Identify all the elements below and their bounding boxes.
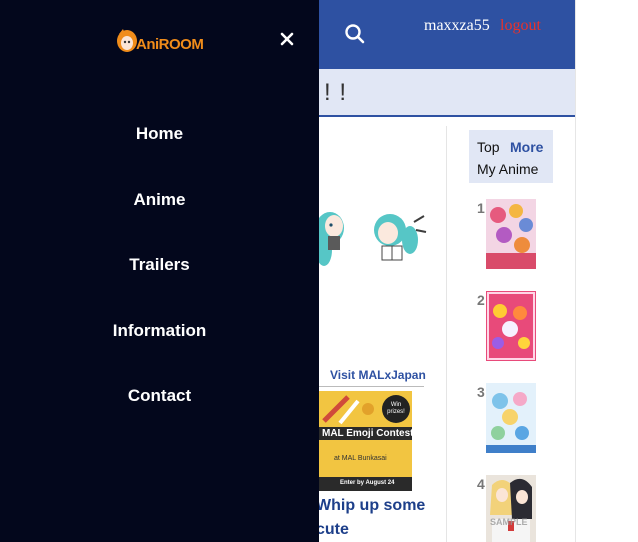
rank-number: 2: [477, 292, 485, 308]
nav-item-information[interactable]: Information: [0, 311, 319, 351]
search-button[interactable]: [343, 22, 367, 46]
anime-thumbnail-1[interactable]: [486, 199, 536, 269]
top-anime-header: Top More My Anime: [469, 130, 553, 183]
top-label: Top: [477, 139, 500, 155]
search-icon: [345, 24, 365, 44]
my-anime-label: My Anime: [477, 161, 539, 177]
anime-cover-image: [486, 383, 536, 453]
anime-thumbnail-3[interactable]: [486, 383, 536, 453]
close-icon: [280, 32, 294, 46]
mascot-illustration: [318, 212, 427, 266]
content-border: [575, 0, 576, 542]
column-divider: [446, 126, 447, 542]
nav-item-home[interactable]: Home: [0, 114, 319, 154]
more-link[interactable]: More: [510, 139, 543, 155]
banner-title: MAL Emoji Contest: [318, 427, 412, 440]
close-drawer-button[interactable]: [276, 28, 298, 50]
article-title-link[interactable]: Whip up some cute: [316, 494, 441, 542]
win-prizes-badge: Win prizes!: [382, 395, 410, 423]
anime-cover-image: [486, 291, 536, 361]
sample-watermark: SAMPLE: [490, 517, 528, 527]
visit-maljapan-link[interactable]: Visit MALxJapan: [330, 368, 426, 382]
anime-thumbnail-4[interactable]: SAMPLE: [486, 475, 536, 542]
rank-number: 4: [477, 476, 485, 492]
navigation-drawer: AniROOM Home Anime Trailers Information …: [0, 0, 319, 542]
divider: [318, 386, 424, 387]
username-link[interactable]: maxxza55: [424, 17, 490, 35]
page-title: ! !: [324, 79, 348, 106]
logo-text: AniROOM: [136, 36, 204, 53]
rank-number: 1: [477, 200, 485, 216]
anime-cover-image: [486, 199, 536, 269]
anime-thumbnail-2[interactable]: [486, 291, 536, 361]
mascot-icon: [117, 29, 137, 52]
banner-subtitle: at MAL Bunkasai: [334, 455, 387, 462]
logout-link[interactable]: logout: [500, 17, 541, 35]
aniroom-logo[interactable]: AniROOM: [116, 28, 204, 56]
nav-item-trailers[interactable]: Trailers: [0, 245, 319, 285]
nav-item-contact[interactable]: Contact: [0, 376, 319, 416]
anime-cover-image: SAMPLE: [486, 475, 536, 542]
nav-item-anime[interactable]: Anime: [0, 180, 319, 220]
banner-footer: Enter by August 24: [318, 477, 412, 491]
emoji-contest-banner[interactable]: Win prizes! MAL Emoji Contest at MAL Bun…: [318, 391, 412, 491]
rank-number: 3: [477, 384, 485, 400]
